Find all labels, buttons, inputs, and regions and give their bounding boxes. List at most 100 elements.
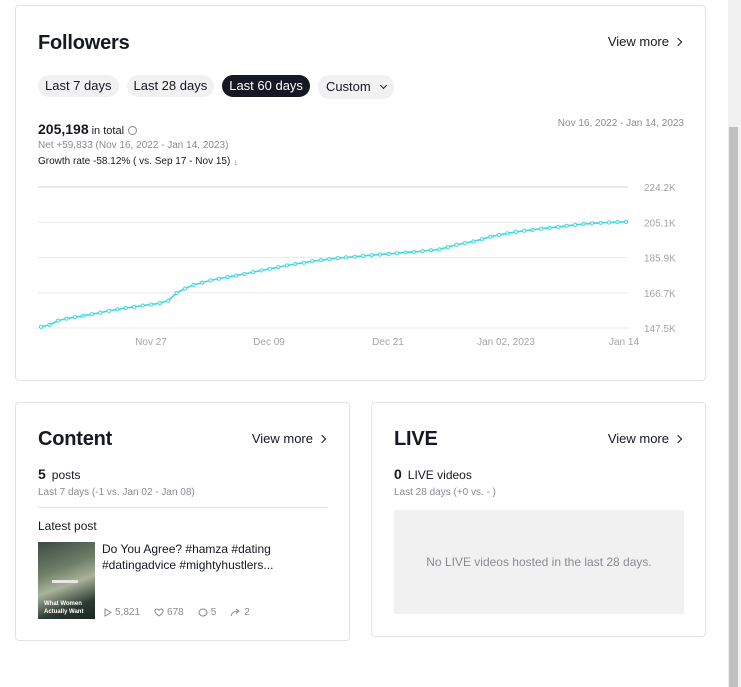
data-point [301, 260, 306, 265]
data-point [55, 318, 61, 323]
data-point [386, 251, 391, 257]
data-point [123, 305, 128, 311]
y-tick-label: 185.9K [644, 254, 676, 265]
x-tick-label: Jan 14 [609, 337, 639, 348]
data-point [208, 278, 213, 283]
data-point [276, 265, 281, 270]
data-point [437, 247, 442, 252]
live-view-more-button[interactable]: View more [607, 431, 683, 446]
data-point [445, 245, 451, 250]
data-point [462, 240, 468, 246]
live-count-number: 0 [394, 466, 402, 482]
comments-stat: 5 [198, 607, 217, 618]
data-point [606, 220, 612, 225]
data-point [166, 298, 171, 303]
data-point [250, 270, 256, 275]
data-point [394, 251, 400, 256]
data-point [522, 228, 527, 233]
view-more-label: View more [251, 431, 313, 446]
live-empty-message: No LIVE videos hosted in the last 28 day… [426, 555, 652, 569]
x-tick-label: Dec 09 [253, 337, 285, 348]
posts-comparison: Last 7 days (-1 vs. Jan 02 - Jan 08) [38, 487, 195, 498]
content-view-more-button[interactable]: View more [251, 431, 327, 446]
views-count: 5,821 [115, 607, 141, 618]
shares-count: 2 [244, 607, 250, 618]
latest-post-label: Latest post [38, 519, 97, 533]
data-point [378, 252, 383, 257]
page-scrollbar-thumb[interactable] [729, 127, 738, 687]
likes-count: 678 [167, 607, 184, 618]
data-point [149, 302, 154, 307]
likes-stat: 678 [154, 607, 184, 618]
heart-icon [154, 608, 164, 617]
data-point [199, 280, 205, 285]
data-point [615, 220, 620, 225]
data-point [479, 237, 484, 242]
data-point [539, 226, 544, 231]
data-point [310, 259, 315, 264]
chevron-right-icon [673, 434, 683, 444]
data-point [556, 224, 561, 229]
content-title: Content [38, 428, 113, 450]
posts-count-number: 5 [38, 466, 46, 482]
data-point [420, 249, 425, 254]
live-empty-state: No LIVE videos hosted in the last 28 day… [394, 510, 684, 614]
live-comparison: Last 28 days (+0 vs. - ) [394, 487, 496, 498]
posts-count: 5 posts [38, 466, 80, 482]
live-title: LIVE [394, 428, 438, 450]
live-count: 0 LIVE videos [394, 466, 472, 482]
data-point [98, 310, 103, 315]
data-point [411, 249, 417, 254]
y-tick-label: 224.2K [644, 183, 676, 194]
data-point [530, 227, 535, 232]
data-point [132, 304, 137, 309]
data-point [505, 231, 510, 236]
comments-count: 5 [210, 607, 217, 618]
data-point [352, 254, 357, 259]
data-point [403, 250, 408, 255]
data-point [115, 307, 120, 312]
data-point [81, 313, 86, 318]
y-tick-label: 205.1K [644, 218, 676, 229]
data-point [454, 242, 459, 247]
x-tick-label: Nov 27 [135, 337, 167, 348]
data-point [428, 248, 434, 253]
data-point [581, 221, 586, 227]
data-point [327, 256, 332, 262]
followers-card: Followers View more Last 7 days Last 28 … [15, 5, 706, 381]
comment-icon [198, 608, 208, 617]
play-icon [104, 608, 112, 617]
data-point [361, 253, 366, 259]
data-point [564, 223, 569, 228]
data-point [157, 301, 162, 306]
data-point [547, 225, 552, 230]
data-point [89, 312, 94, 317]
data-point [471, 239, 476, 244]
data-point [598, 220, 603, 225]
data-point [488, 234, 493, 239]
view-more-label: View more [607, 431, 669, 446]
shares-stat: 2 [230, 607, 250, 618]
data-point [191, 282, 196, 288]
thumbnail-graphic [52, 580, 78, 583]
latest-post-stats: 5,821 678 5 2 [104, 607, 250, 618]
live-count-label: LIVE videos [407, 468, 472, 482]
data-point [183, 286, 188, 291]
data-point [225, 274, 230, 280]
data-point [335, 256, 340, 261]
data-point [284, 263, 289, 268]
data-point [573, 222, 578, 227]
data-point [140, 303, 145, 308]
latest-post-thumbnail[interactable]: What Women Actually Want [38, 542, 95, 619]
data-point [369, 253, 374, 258]
live-card: LIVE View more 0 LIVE videos Last 28 day… [371, 402, 706, 637]
views-stat: 5,821 [104, 607, 140, 618]
followers-line-chart: 224.2K 205.1K 185.9K 166.7K 147.5K Nov 27 Dec … [38, 183, 676, 348]
data-point [259, 268, 264, 273]
latest-post-title[interactable]: Do You Agree? #hamza #dating #datingadvi… [102, 541, 330, 573]
followers-series-line [40, 221, 627, 328]
x-tick-label: Jan 02, 2023 [477, 337, 535, 348]
y-tick-label: 147.5K [644, 324, 676, 335]
x-tick-label: Dec 21 [372, 337, 404, 348]
data-point [513, 229, 518, 234]
